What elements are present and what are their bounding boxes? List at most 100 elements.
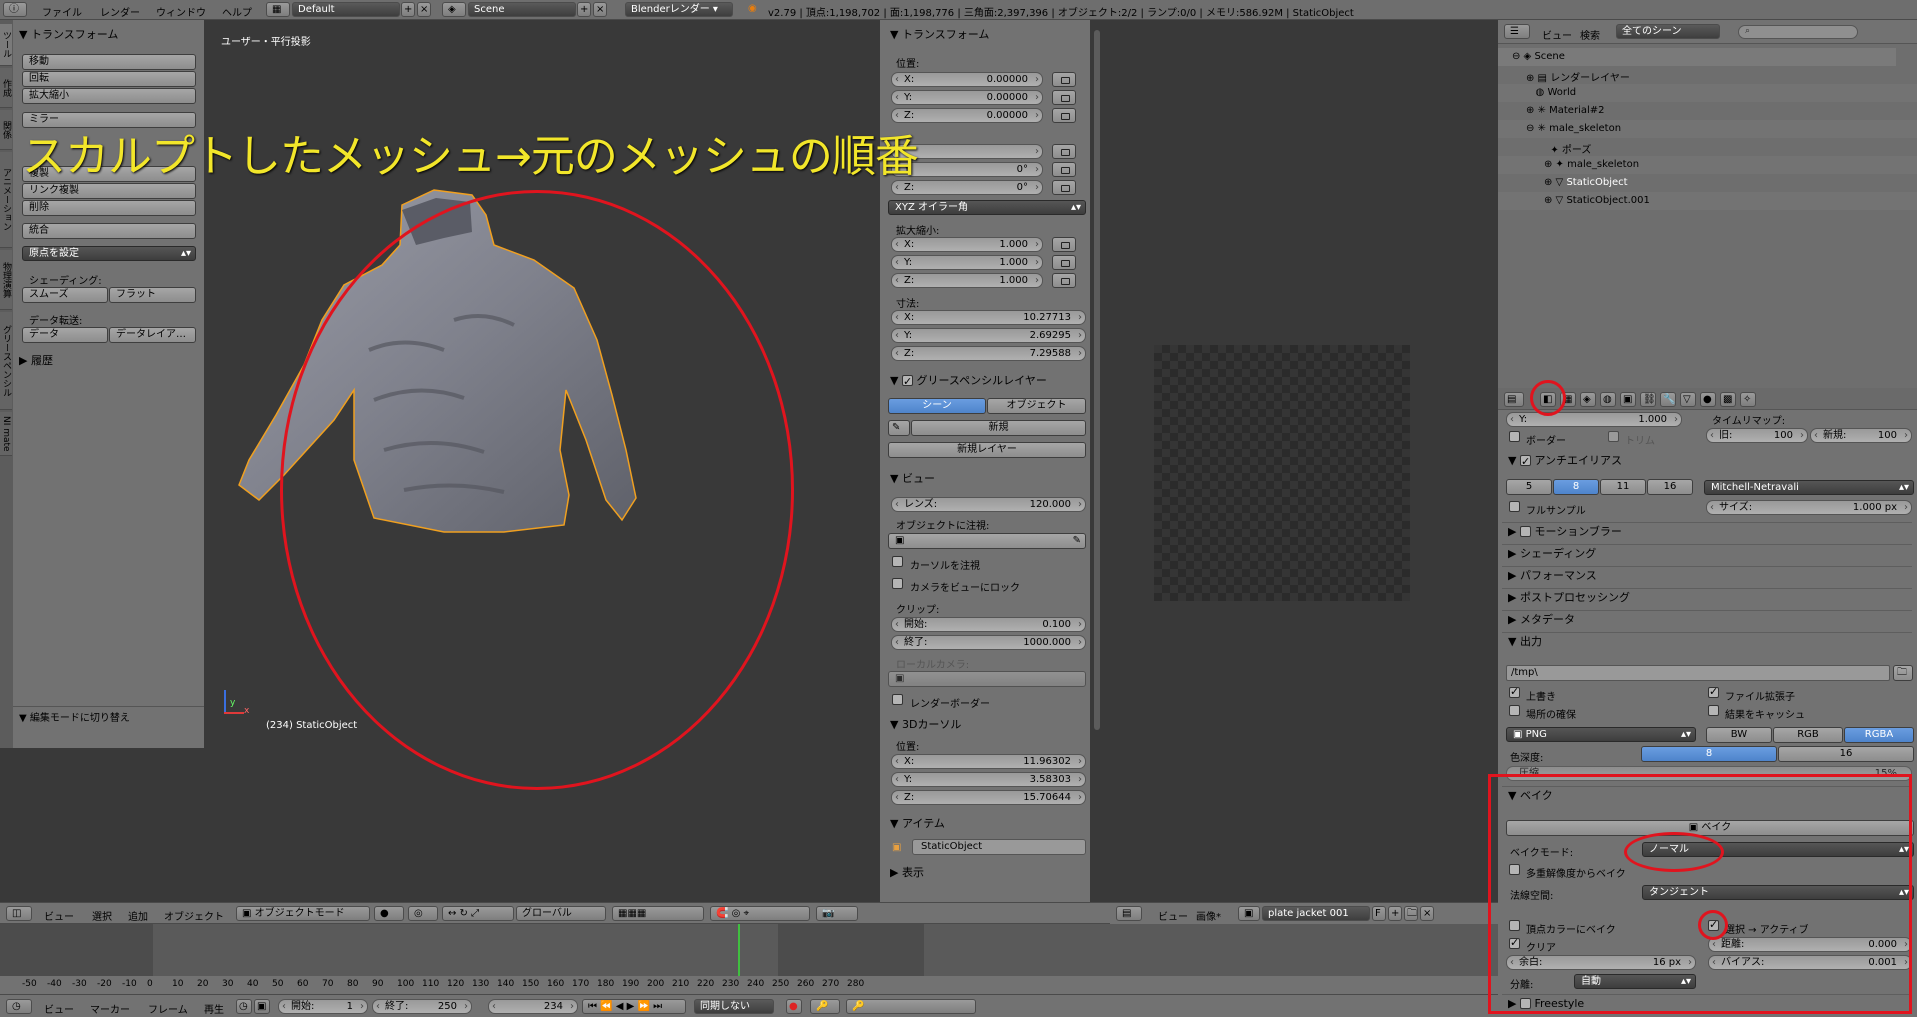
smooth-button[interactable]: スムーズ	[22, 287, 108, 303]
time-remap-new[interactable]: ‹ 新規: 100 ›	[1810, 428, 1912, 443]
delete-button[interactable]: 削除	[22, 200, 196, 216]
texture-tab-icon[interactable]: ▩	[1720, 392, 1736, 407]
lock-scale-x[interactable]	[1052, 237, 1076, 252]
lock-loc-z[interactable]	[1052, 108, 1076, 123]
lens-field[interactable]: ‹ レンズ: 120.000 ›	[891, 497, 1086, 512]
scale-y[interactable]: ‹ Y: 1.000 ›	[891, 255, 1043, 270]
crop-checkbox[interactable]	[1608, 431, 1619, 442]
render-border-checkbox[interactable]	[892, 694, 903, 705]
timeline-editor-icon[interactable]: ◷	[6, 999, 32, 1014]
layers-grid-icon[interactable]: ▦▦▦	[612, 906, 704, 921]
lock-object-field[interactable]: ▣ ✎	[888, 533, 1086, 549]
antialias-header[interactable]: ▼ アンチエイリアス	[1502, 452, 1622, 471]
viewport-add-menu[interactable]: 追加	[128, 908, 148, 923]
constraints-tab-icon[interactable]: ⛓	[1640, 392, 1656, 407]
viewport-object-menu[interactable]: オブジェクト	[164, 908, 224, 923]
keying-set-field[interactable]: 🔑	[846, 999, 976, 1014]
rotation-mode-select[interactable]: XYZ オイラー角 ▴▾	[888, 200, 1086, 215]
cursor-section-header[interactable]: ▼ 3Dカーソル	[884, 716, 961, 734]
outliner-row-staticobject[interactable]: ⊕ ▽ StaticObject	[1498, 174, 1917, 192]
cursor-z[interactable]: ‹ Z: 15.70644 ›	[891, 790, 1086, 805]
render-engine-select[interactable]: Blenderレンダー ▾	[625, 2, 733, 17]
tab-create[interactable]: 作成	[0, 68, 12, 108]
image-editor-icon[interactable]: ▤	[1116, 906, 1142, 921]
layout-icon[interactable]: ▦	[266, 2, 290, 17]
manipulator-icon[interactable]: ↔ ↻ ⤢	[442, 906, 514, 921]
image-browse-icon[interactable]: ▣	[1238, 906, 1260, 921]
lock-camera-checkbox[interactable]	[892, 578, 903, 589]
location-x[interactable]: ‹ X: 0.00000 ›	[891, 72, 1043, 87]
image-fake-user[interactable]: F	[1372, 906, 1386, 921]
panel-editmode-header[interactable]: ▼ 編集モードに切り替え	[13, 710, 130, 728]
set-origin-select[interactable]: 原点を設定 ▴▾	[22, 246, 196, 261]
tab-animation[interactable]: アニメーション	[0, 152, 12, 248]
timeline[interactable]: -50 -40 -30 -20 -10 0 10 20 30 40 50 60 70 80 90 100 110…	[0, 924, 1498, 994]
clip-end-field[interactable]: ‹ 終了: 1000.000 ›	[891, 635, 1086, 650]
timeline-playback-menu[interactable]: 再生	[204, 1001, 224, 1016]
scale-button[interactable]: 拡大縮小	[22, 88, 196, 104]
move-button[interactable]: 移動	[22, 54, 196, 70]
image-image-menu[interactable]: 画像*	[1196, 908, 1221, 923]
color-bw-button[interactable]: BW	[1706, 727, 1772, 743]
lock-range-icon[interactable]: ▣	[254, 999, 270, 1014]
outliner-editor-icon[interactable]: ☰	[1504, 24, 1530, 39]
outliner-row-scene[interactable]: ⊖ ◈ Scene	[1498, 48, 1896, 66]
depth-8-button[interactable]: 8	[1641, 746, 1777, 762]
tab-grease-pencil[interactable]: グリースペンシル	[0, 312, 12, 410]
sync-mode-select[interactable]: 同期しない	[694, 999, 774, 1014]
scene-add-button[interactable]: +	[577, 2, 591, 17]
placeholders-checkbox[interactable]	[1509, 705, 1520, 716]
gp-scene-button[interactable]: シーン	[888, 398, 986, 414]
image-new-button[interactable]: +	[1388, 906, 1402, 921]
timeline-view-menu[interactable]: ビュー	[44, 1001, 74, 1016]
gp-object-button[interactable]: オブジェクト	[987, 398, 1086, 414]
cache-result-checkbox[interactable]	[1708, 705, 1719, 716]
lock-loc-x[interactable]	[1052, 72, 1076, 87]
file-format-select[interactable]: ▣ PNG ▴▾	[1506, 727, 1696, 742]
properties-editor-icon[interactable]: ▤	[1504, 392, 1524, 407]
outliner-row-renderlayer[interactable]: ⊕ ▤ レンダーレイヤー	[1498, 66, 1917, 84]
depth-16-button[interactable]: 16	[1778, 746, 1914, 762]
menu-file[interactable]: ファイル	[42, 4, 82, 19]
menu-render[interactable]: レンダー	[100, 4, 140, 19]
outliner-view-menu[interactable]: ビュー	[1542, 27, 1572, 42]
n-transform-header[interactable]: ▼ トランスフォーム	[884, 26, 989, 44]
outliner-search-menu[interactable]: 検索	[1580, 27, 1600, 42]
gp-new-button[interactable]: 新規	[911, 420, 1086, 436]
shading-header[interactable]: ▶ シェーディング	[1502, 544, 1912, 562]
scale-x[interactable]: ‹ X: 1.000 ›	[891, 237, 1043, 252]
location-y[interactable]: ‹ Y: 0.00000 ›	[891, 90, 1043, 105]
flat-button[interactable]: フラット	[109, 287, 196, 303]
duplicate-linked-button[interactable]: リンク複製	[22, 183, 196, 199]
dimension-y[interactable]: ‹ Y: 2.69295 ›	[891, 328, 1086, 343]
gp-new-layer-button[interactable]: 新規レイヤー	[888, 442, 1086, 458]
lock-cursor-checkbox[interactable]	[892, 556, 903, 567]
shading-mode-icon[interactable]: ●	[374, 906, 404, 921]
n-panel-scrollbar[interactable]	[1094, 30, 1100, 730]
orientation-select[interactable]: グローバル	[516, 906, 606, 921]
modifiers-tab-icon[interactable]: 🔧	[1660, 392, 1676, 407]
preview-range-icon[interactable]: ◷	[236, 999, 252, 1014]
scene-remove-button[interactable]: ×	[593, 2, 607, 17]
record-icon[interactable]: ●	[786, 999, 802, 1014]
border-checkbox[interactable]	[1509, 431, 1520, 442]
image-editor[interactable]	[1110, 20, 1498, 902]
panel-transform-header[interactable]: ▼ トランスフォーム	[13, 26, 118, 44]
cursor-y[interactable]: ‹ Y: 3.58303 ›	[891, 772, 1086, 787]
motion-blur-header[interactable]: ▶ モーションブラー	[1502, 522, 1912, 540]
layout-add-button[interactable]: +	[401, 2, 415, 17]
lock-scale-y[interactable]	[1052, 255, 1076, 270]
cursor-x[interactable]: ‹ X: 11.96302 ›	[891, 754, 1086, 769]
outliner-row-material[interactable]: ⊕ ✳ Material#2	[1498, 102, 1917, 120]
menu-help[interactable]: ヘルプ	[222, 4, 252, 19]
image-view-menu[interactable]: ビュー	[1158, 908, 1188, 923]
interaction-mode-select[interactable]: ▣ オブジェクトモード	[236, 906, 370, 921]
outliner-row-world[interactable]: ◍ World	[1498, 84, 1917, 102]
gp-layer-header[interactable]: ▼ グリースペンシルレイヤー	[884, 372, 1047, 391]
scene-select[interactable]: Scene	[468, 2, 576, 17]
outliner-row-staticobject001[interactable]: ⊕ ▽ StaticObject.001	[1498, 192, 1917, 210]
viewport-select-menu[interactable]: 選択	[92, 908, 112, 923]
viewport-editor-icon[interactable]: ◫	[6, 906, 32, 921]
lock-rot-y[interactable]	[1052, 162, 1076, 177]
end-frame-field[interactable]: ‹ 終了: 250 ›	[372, 999, 472, 1014]
